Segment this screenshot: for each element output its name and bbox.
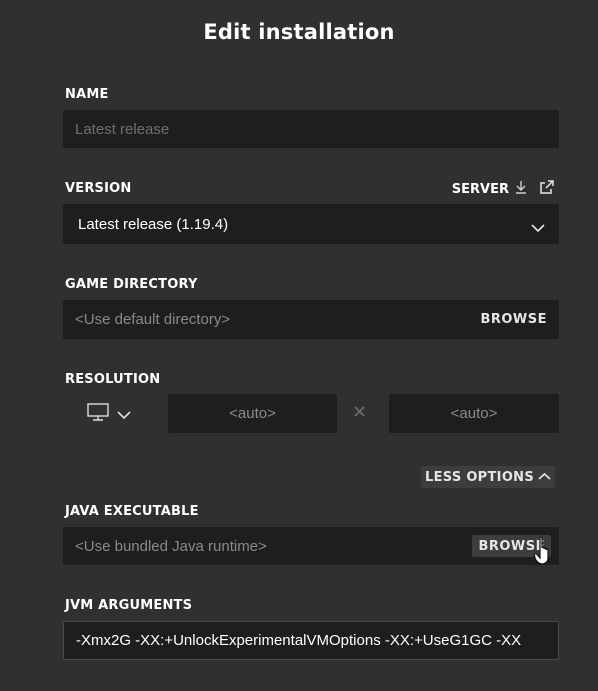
edit-installation-dialog: Edit installation NAME Latest release VE…	[0, 0, 598, 691]
less-options-label: LESS OPTIONS	[425, 469, 535, 485]
resolution-width-placeholder: <auto>	[229, 405, 276, 422]
version-selected-value: Latest release (1.19.4)	[78, 215, 229, 233]
jvm-arguments-value: -Xmx2G -XX:+UnlockExperimentalVMOptions …	[76, 632, 522, 649]
times-icon: ✕	[352, 402, 368, 423]
name-input[interactable]: Latest release	[63, 110, 559, 148]
jvm-arguments-input[interactable]: -Xmx2G -XX:+UnlockExperimentalVMOptions …	[63, 621, 559, 660]
resolution-label: RESOLUTION	[65, 372, 161, 387]
external-link-icon[interactable]	[539, 179, 555, 199]
resolution-preset-dropdown[interactable]	[87, 402, 131, 426]
chevron-down-icon	[117, 405, 131, 424]
download-icon[interactable]	[515, 180, 527, 198]
resolution-width-input[interactable]: <auto>	[168, 394, 337, 433]
version-label: VERSION	[65, 181, 132, 196]
hand-cursor-icon	[533, 536, 552, 570]
resolution-height-placeholder: <auto>	[450, 405, 498, 422]
server-download-link[interactable]: SERVER	[452, 179, 555, 199]
jvm-arguments-label: JVM ARGUMENTS	[65, 598, 193, 613]
server-label: SERVER	[451, 181, 509, 197]
chevron-up-icon	[538, 470, 551, 485]
dialog-title: Edit installation	[203, 20, 395, 44]
game-directory-browse-button[interactable]: BROWSE	[480, 300, 547, 339]
java-executable-input[interactable]: <Use bundled Java runtime> BROWSE	[63, 527, 559, 565]
java-executable-label: JAVA EXECUTABLE	[65, 504, 199, 519]
game-directory-label: GAME DIRECTORY	[65, 277, 198, 292]
game-directory-input[interactable]: <Use default directory> BROWSE	[63, 300, 559, 339]
chevron-down-icon	[531, 218, 545, 237]
name-placeholder: Latest release	[75, 120, 170, 138]
less-options-button[interactable]: LESS OPTIONS	[421, 466, 556, 488]
version-select[interactable]: Latest release (1.19.4)	[63, 204, 559, 244]
name-label: NAME	[65, 87, 109, 102]
resolution-height-input[interactable]: <auto>	[389, 394, 559, 433]
java-executable-placeholder: <Use bundled Java runtime>	[75, 537, 267, 555]
game-directory-placeholder: <Use default directory>	[75, 311, 231, 328]
monitor-icon	[87, 402, 109, 426]
